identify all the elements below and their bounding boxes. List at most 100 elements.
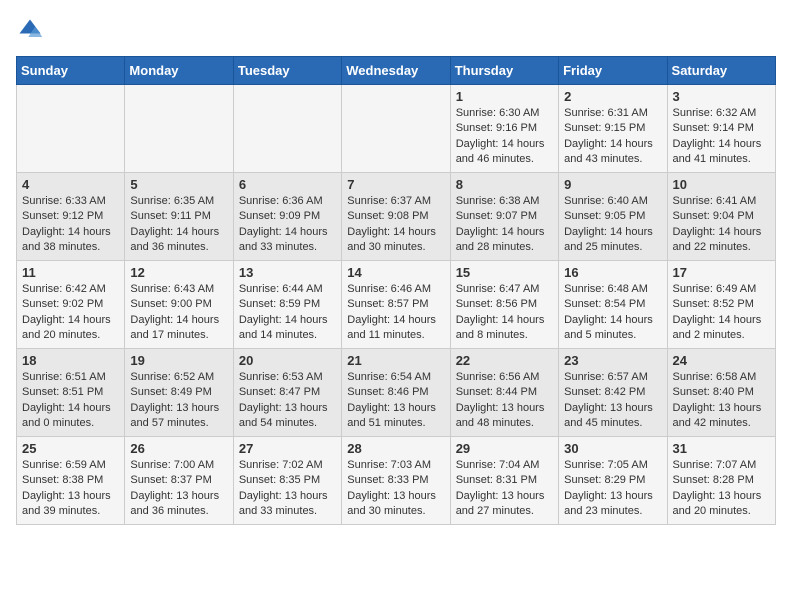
day-number: 16 — [564, 265, 661, 280]
day-content: Sunrise: 7:02 AM Sunset: 8:35 PM Dayligh… — [239, 458, 336, 520]
logo — [16, 16, 48, 44]
day-content: Sunrise: 7:04 AM Sunset: 8:31 PM Dayligh… — [456, 458, 553, 520]
day-content: Sunrise: 6:42 AM Sunset: 9:02 PM Dayligh… — [22, 282, 119, 344]
day-number: 1 — [456, 89, 553, 104]
day-number: 10 — [673, 177, 770, 192]
calendar-cell: 8 Sunrise: 6:38 AM Sunset: 9:07 PM Daylig… — [450, 173, 558, 261]
day-content: Sunrise: 6:57 AM Sunset: 8:42 PM Dayligh… — [564, 370, 661, 432]
header-day: Wednesday — [342, 57, 450, 85]
day-number: 25 — [22, 441, 119, 456]
day-number: 19 — [130, 353, 227, 368]
day-content: Sunrise: 6:51 AM Sunset: 8:51 PM Dayligh… — [22, 370, 119, 432]
day-content: Sunrise: 6:35 AM Sunset: 9:11 PM Dayligh… — [130, 194, 227, 256]
day-number: 31 — [673, 441, 770, 456]
day-number: 14 — [347, 265, 444, 280]
day-number: 8 — [456, 177, 553, 192]
day-content: Sunrise: 7:00 AM Sunset: 8:37 PM Dayligh… — [130, 458, 227, 520]
calendar-cell: 2Sunrise: 6:31 AM Sunset: 9:15 PM Daylig… — [559, 85, 667, 173]
header-day: Thursday — [450, 57, 558, 85]
calendar-body: 1 Sunrise: 6:30 AM Sunset: 9:16 PM Daylig… — [17, 85, 776, 525]
day-content: Sunrise: 6:30 AM Sunset: 9:16 PM Dayligh… — [456, 106, 553, 168]
calendar-cell: 1 Sunrise: 6:30 AM Sunset: 9:16 PM Daylig… — [450, 85, 558, 173]
day-content: Sunrise: 6:41 AM Sunset: 9:04 PM Dayligh… — [673, 194, 770, 256]
header-day: Friday — [559, 57, 667, 85]
calendar-cell: 7Sunrise: 6:37 AM Sunset: 9:08 PM Daylig… — [342, 173, 450, 261]
day-content: Sunrise: 7:05 AM Sunset: 8:29 PM Dayligh… — [564, 458, 661, 520]
calendar-cell: 3 Sunrise: 6:32 AM Sunset: 9:14 PM Daylig… — [667, 85, 775, 173]
calendar-cell: 24 Sunrise: 6:58 AM Sunset: 8:40 PM Dayli… — [667, 349, 775, 437]
calendar-cell: 14Sunrise: 6:46 AM Sunset: 8:57 PM Dayli… — [342, 261, 450, 349]
header-row: SundayMondayTuesdayWednesdayThursdayFrid… — [17, 57, 776, 85]
day-content: Sunrise: 6:47 AM Sunset: 8:56 PM Dayligh… — [456, 282, 553, 344]
day-number: 15 — [456, 265, 553, 280]
day-content: Sunrise: 6:56 AM Sunset: 8:44 PM Dayligh… — [456, 370, 553, 432]
day-content: Sunrise: 6:40 AM Sunset: 9:05 PM Dayligh… — [564, 194, 661, 256]
calendar-cell: 17 Sunrise: 6:49 AM Sunset: 8:52 PM Dayli… — [667, 261, 775, 349]
calendar-cell: 28Sunrise: 7:03 AM Sunset: 8:33 PM Dayli… — [342, 437, 450, 525]
day-number: 22 — [456, 353, 553, 368]
day-number: 3 — [673, 89, 770, 104]
calendar-cell — [342, 85, 450, 173]
calendar-cell: 9 Sunrise: 6:40 AM Sunset: 9:05 PM Daylig… — [559, 173, 667, 261]
header-day: Sunday — [17, 57, 125, 85]
day-content: Sunrise: 6:44 AM Sunset: 8:59 PM Dayligh… — [239, 282, 336, 344]
calendar-cell: 26Sunrise: 7:00 AM Sunset: 8:37 PM Dayli… — [125, 437, 233, 525]
calendar-cell: 12Sunrise: 6:43 AM Sunset: 9:00 PM Dayli… — [125, 261, 233, 349]
header-day: Monday — [125, 57, 233, 85]
day-content: Sunrise: 7:07 AM Sunset: 8:28 PM Dayligh… — [673, 458, 770, 520]
day-content: Sunrise: 6:33 AM Sunset: 9:12 PM Dayligh… — [22, 194, 119, 256]
day-number: 6 — [239, 177, 336, 192]
calendar-cell: 29 Sunrise: 7:04 AM Sunset: 8:31 PM Dayli… — [450, 437, 558, 525]
day-number: 29 — [456, 441, 553, 456]
calendar-week: 11 Sunrise: 6:42 AM Sunset: 9:02 PM Dayli… — [17, 261, 776, 349]
calendar-cell — [125, 85, 233, 173]
day-content: Sunrise: 6:38 AM Sunset: 9:07 PM Dayligh… — [456, 194, 553, 256]
calendar-week: 1 Sunrise: 6:30 AM Sunset: 9:16 PM Daylig… — [17, 85, 776, 173]
day-number: 18 — [22, 353, 119, 368]
calendar-cell: 6Sunrise: 6:36 AM Sunset: 9:09 PM Daylig… — [233, 173, 341, 261]
day-content: Sunrise: 6:32 AM Sunset: 9:14 PM Dayligh… — [673, 106, 770, 168]
calendar-week: 25 Sunrise: 6:59 AM Sunset: 8:38 PM Dayli… — [17, 437, 776, 525]
page-header — [16, 16, 776, 44]
calendar-cell: 20 Sunrise: 6:53 AM Sunset: 8:47 PM Dayli… — [233, 349, 341, 437]
day-content: Sunrise: 6:53 AM Sunset: 8:47 PM Dayligh… — [239, 370, 336, 432]
calendar-cell: 15 Sunrise: 6:47 AM Sunset: 8:56 PM Dayli… — [450, 261, 558, 349]
day-number: 21 — [347, 353, 444, 368]
day-content: Sunrise: 6:54 AM Sunset: 8:46 PM Dayligh… — [347, 370, 444, 432]
calendar-table: SundayMondayTuesdayWednesdayThursdayFrid… — [16, 56, 776, 525]
calendar-cell: 13 Sunrise: 6:44 AM Sunset: 8:59 PM Dayli… — [233, 261, 341, 349]
day-number: 13 — [239, 265, 336, 280]
calendar-week: 4 Sunrise: 6:33 AM Sunset: 9:12 PM Daylig… — [17, 173, 776, 261]
day-number: 24 — [673, 353, 770, 368]
calendar-cell: 22 Sunrise: 6:56 AM Sunset: 8:44 PM Dayli… — [450, 349, 558, 437]
day-content: Sunrise: 6:58 AM Sunset: 8:40 PM Dayligh… — [673, 370, 770, 432]
day-content: Sunrise: 6:48 AM Sunset: 8:54 PM Dayligh… — [564, 282, 661, 344]
day-number: 9 — [564, 177, 661, 192]
day-number: 7 — [347, 177, 444, 192]
day-content: Sunrise: 7:03 AM Sunset: 8:33 PM Dayligh… — [347, 458, 444, 520]
calendar-cell: 31 Sunrise: 7:07 AM Sunset: 8:28 PM Dayli… — [667, 437, 775, 525]
day-content: Sunrise: 6:59 AM Sunset: 8:38 PM Dayligh… — [22, 458, 119, 520]
day-number: 23 — [564, 353, 661, 368]
calendar-cell: 25 Sunrise: 6:59 AM Sunset: 8:38 PM Dayli… — [17, 437, 125, 525]
calendar-cell: 21 Sunrise: 6:54 AM Sunset: 8:46 PM Dayli… — [342, 349, 450, 437]
calendar-header: SundayMondayTuesdayWednesdayThursdayFrid… — [17, 57, 776, 85]
day-content: Sunrise: 6:49 AM Sunset: 8:52 PM Dayligh… — [673, 282, 770, 344]
calendar-cell: 5Sunrise: 6:35 AM Sunset: 9:11 PM Daylig… — [125, 173, 233, 261]
logo-icon — [16, 16, 44, 44]
day-number: 4 — [22, 177, 119, 192]
calendar-cell: 10 Sunrise: 6:41 AM Sunset: 9:04 PM Dayli… — [667, 173, 775, 261]
day-content: Sunrise: 6:52 AM Sunset: 8:49 PM Dayligh… — [130, 370, 227, 432]
day-number: 2 — [564, 89, 661, 104]
calendar-cell — [17, 85, 125, 173]
day-number: 17 — [673, 265, 770, 280]
day-number: 20 — [239, 353, 336, 368]
day-number: 11 — [22, 265, 119, 280]
calendar-week: 18 Sunrise: 6:51 AM Sunset: 8:51 PM Dayli… — [17, 349, 776, 437]
calendar-cell — [233, 85, 341, 173]
calendar-cell: 11 Sunrise: 6:42 AM Sunset: 9:02 PM Dayli… — [17, 261, 125, 349]
day-content: Sunrise: 6:43 AM Sunset: 9:00 PM Dayligh… — [130, 282, 227, 344]
header-day: Saturday — [667, 57, 775, 85]
calendar-cell: 19 Sunrise: 6:52 AM Sunset: 8:49 PM Dayli… — [125, 349, 233, 437]
calendar-cell: 27Sunrise: 7:02 AM Sunset: 8:35 PM Dayli… — [233, 437, 341, 525]
